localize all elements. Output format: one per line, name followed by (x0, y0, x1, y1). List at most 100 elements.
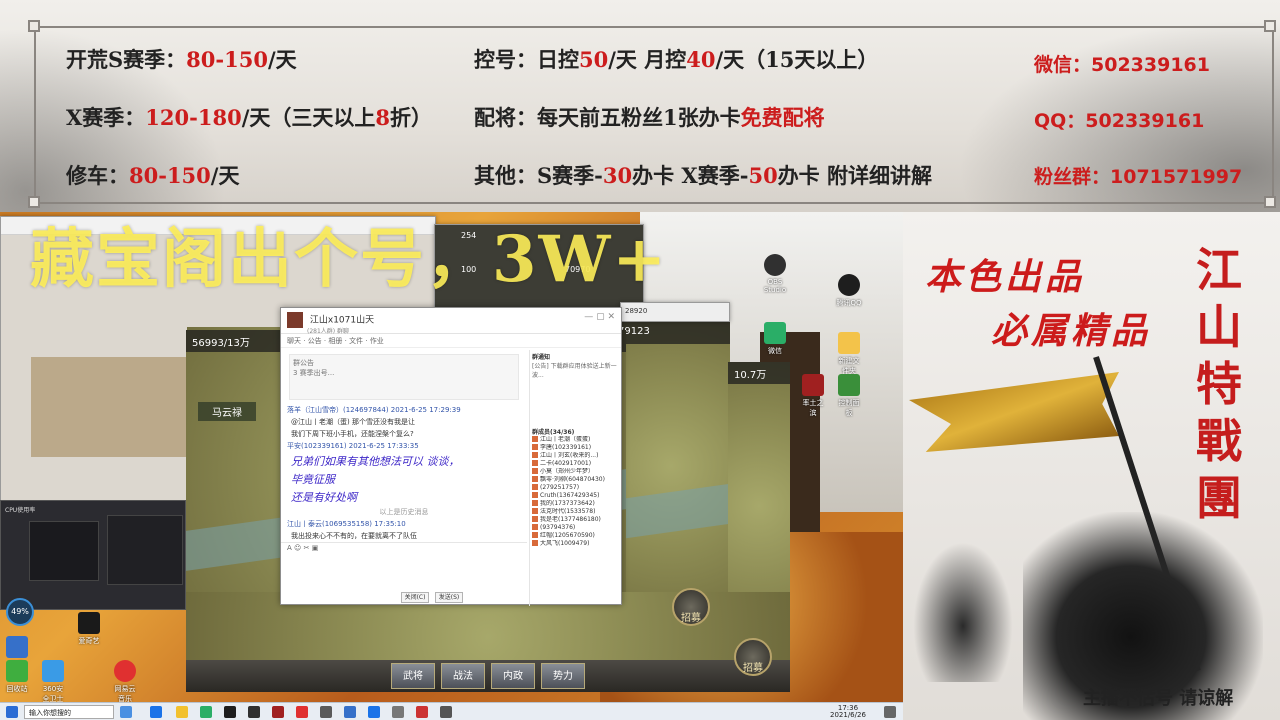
list-item[interactable]: 江山丨刘玄(收来的...) (532, 452, 621, 460)
fan-group: 粉丝群：1071571997 (1034, 166, 1243, 188)
price-other: 其他：S赛季-30办卡 X赛季-50办卡 附详细讲解 (474, 160, 932, 190)
penguin-icon (838, 274, 860, 296)
tab-album[interactable]: 相册 (328, 337, 342, 345)
btn-generals[interactable]: 武将 (391, 663, 435, 689)
notification-icon[interactable] (884, 706, 896, 718)
list-item[interactable]: 红帽(1205670590) (532, 532, 621, 540)
label: X赛季： (66, 105, 146, 130)
desktop-icon-obs[interactable]: OBS Studio (762, 254, 788, 294)
task-view-icon[interactable] (120, 706, 132, 718)
penguin-icon[interactable] (224, 706, 236, 718)
chat-tabs: 聊天 · 公告 · 相册 · 文件 · 作业 (281, 334, 621, 348)
xunlei-icon[interactable] (344, 706, 356, 718)
message-sender: 落羊（江山雪帝）(124697844) 2021-6-25 17:29:39 (287, 406, 461, 414)
nested-thumb (31, 357, 187, 457)
chat-header: 江山x1071山天 — ▢ ✕ (281人群) 群聊 (281, 308, 621, 335)
cpu-gauge: 49% (6, 598, 34, 626)
emoji-icon[interactable]: ☺ (294, 544, 301, 552)
app-icon[interactable] (440, 706, 452, 718)
list-item[interactable]: 二卡(402917001) (532, 460, 621, 468)
search-box[interactable]: 输入你想搜的 (24, 705, 114, 719)
game-icon (802, 374, 824, 396)
send-button[interactable]: 发送(S) (435, 592, 463, 603)
message-input[interactable] (287, 556, 521, 588)
folder-icon[interactable] (176, 706, 188, 718)
list-item[interactable]: 李唐(102339161) (532, 444, 621, 452)
small-window[interactable]: 28920 (620, 302, 730, 322)
obs-icon[interactable] (248, 706, 260, 718)
wechat-contact: 微信：502339161 (1034, 54, 1210, 76)
list-item[interactable]: (93794376) (532, 524, 621, 532)
desktop-icon-folder[interactable]: 新建文件夹 (836, 332, 862, 376)
list-item[interactable]: (279251757) (532, 484, 621, 492)
list-item[interactable]: 我的(1737373642) (532, 500, 621, 508)
clock[interactable]: 17:36 2021/6/26 (830, 705, 866, 719)
list-item[interactable]: 法克时代(1533578) (532, 508, 621, 516)
browser-icon[interactable] (150, 706, 162, 718)
price: 50 (748, 163, 778, 188)
obs-sources[interactable] (107, 515, 183, 585)
desktop-icon-music[interactable]: 网易云音乐 (112, 660, 138, 702)
recruit-button[interactable]: 招募 (672, 588, 710, 626)
desktop-icon-360[interactable]: 360安全卫士 (40, 660, 66, 702)
resource-count: 56993/13万 (192, 338, 250, 349)
list-item[interactable]: 大风飞(1009479) (532, 540, 621, 548)
desktop-icon-iqiyi[interactable]: 爱奇艺 (76, 612, 102, 646)
vertical-char: 江 (1196, 243, 1242, 297)
app-icon[interactable] (392, 706, 404, 718)
screenshot-icon[interactable]: ✂ (304, 544, 310, 552)
desktop-icon-qq[interactable]: 腾讯QQ (836, 274, 862, 308)
icon-label: 率土之滨 (802, 399, 824, 417)
price: 50 (579, 47, 609, 72)
icon-label: 新建文件夹 (838, 357, 860, 375)
windows-start-icon[interactable] (6, 706, 18, 718)
list-item[interactable]: Cruth(1367429345) (532, 492, 621, 500)
game-hud: 79123 (612, 322, 730, 344)
price-general: 配将：每天前五粉丝1张办卡免费配将 (474, 102, 825, 132)
price-banner: 开荒S赛季：80-150/天 控号：日控50/天 月控40/天（15天以上） X… (0, 0, 1280, 212)
image-icon[interactable]: ▣ (312, 544, 319, 552)
desktop-icon-recycle[interactable]: 回收站 (4, 660, 30, 694)
list-item[interactable]: 我是老(1377486180) (532, 516, 621, 524)
close-button[interactable]: 关闭(C) (401, 592, 429, 603)
desktop-icon-control[interactable]: 控制面板 (836, 374, 862, 418)
list-item[interactable]: 江山丨老潮（蛋蛋) (532, 436, 621, 444)
app-icon[interactable] (416, 706, 428, 718)
tab-chat[interactable]: 聊天 (287, 337, 301, 345)
icon-label: OBS Studio (763, 278, 787, 294)
obs-status: CPU使用率 (5, 507, 36, 514)
desktop-icon-game[interactable]: 率土之滨 (800, 374, 826, 418)
obs-panel[interactable]: CPU使用率 (0, 500, 186, 610)
game-icon[interactable] (272, 706, 284, 718)
label: 办卡 X赛季- (632, 163, 749, 188)
btn-power[interactable]: 势力 (541, 663, 585, 689)
btn-internal[interactable]: 内政 (491, 663, 535, 689)
btn-tactics[interactable]: 战法 (441, 663, 485, 689)
font-icon[interactable]: A (287, 544, 292, 552)
history-divider: 以上是历史消息 (379, 508, 429, 516)
window-controls-icon[interactable]: — ▢ ✕ (584, 312, 615, 322)
windows-taskbar: 输入你想搜的 17:36 2021/6/26 (0, 702, 903, 720)
document-icon (838, 374, 860, 396)
hero-tag[interactable]: 马云禄 (198, 402, 256, 421)
price: 80-150 (129, 163, 211, 188)
music-icon[interactable] (296, 706, 308, 718)
tab-homework[interactable]: 作业 (370, 337, 384, 345)
tab-files[interactable]: 文件 (349, 337, 363, 345)
recruit-button[interactable]: 招募 (734, 638, 772, 676)
app-icon[interactable] (320, 706, 332, 718)
label: 折） (389, 105, 432, 130)
qq-group-chat-window[interactable]: 江山x1071山天 — ▢ ✕ (281人群) 群聊 聊天 · 公告 · 相册 … (280, 307, 622, 606)
browser-icon[interactable] (368, 706, 380, 718)
group-notice[interactable]: 群公告 3 赛季出号... (289, 354, 519, 400)
obs-icon (764, 254, 786, 276)
price: 120-180 (145, 105, 242, 130)
tab-notice[interactable]: 公告 (308, 337, 322, 345)
wechat-icon[interactable] (200, 706, 212, 718)
price-s-season: 开荒S赛季：80-150/天 (66, 44, 297, 74)
list-item[interactable]: 小莫（郑州少年梦） (532, 468, 621, 476)
icon-label: 360安全卫士 (42, 685, 64, 702)
list-item[interactable]: 飘零·刘柳(604870430) (532, 476, 621, 484)
handwritten-message: 还是有好处啊 (291, 491, 357, 504)
desktop-icon-wechat[interactable]: 微信 (762, 322, 788, 356)
